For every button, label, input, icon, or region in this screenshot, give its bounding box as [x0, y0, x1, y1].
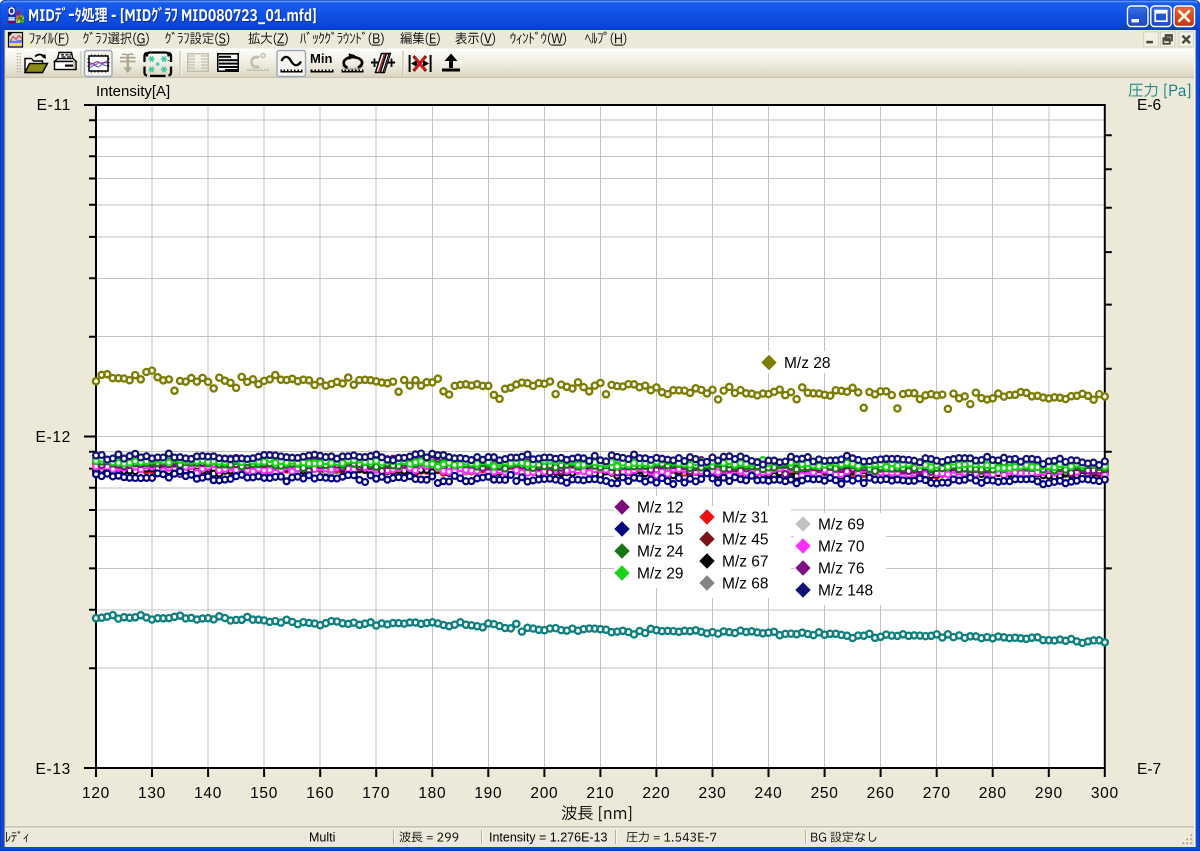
svg-text:M/z 28: M/z 28 [784, 355, 831, 372]
svg-text:120: 120 [82, 785, 110, 802]
svg-text:M/z 31: M/z 31 [722, 510, 769, 527]
svg-text:240: 240 [755, 785, 783, 802]
svg-text:260: 260 [867, 785, 895, 802]
svg-text:E-11: E-11 [37, 97, 71, 114]
svg-text:190: 190 [474, 785, 502, 802]
svg-text:220: 220 [642, 785, 670, 802]
svg-text:M/z 76: M/z 76 [818, 561, 865, 578]
svg-text:210: 210 [586, 785, 614, 802]
svg-text:E-6: E-6 [1137, 97, 1161, 114]
svg-text:E-13: E-13 [35, 761, 71, 778]
svg-text:290: 290 [1035, 785, 1063, 802]
svg-text:E-7: E-7 [1137, 761, 1161, 778]
svg-text:M/z 12: M/z 12 [637, 500, 684, 517]
svg-text:M/z 69: M/z 69 [818, 517, 865, 534]
svg-text:280: 280 [979, 785, 1007, 802]
svg-text:160: 160 [306, 785, 334, 802]
svg-text:M/z 15: M/z 15 [637, 522, 684, 539]
svg-text:130: 130 [138, 785, 166, 802]
svg-text:M/z 148: M/z 148 [818, 583, 873, 600]
svg-text:230: 230 [699, 785, 727, 802]
svg-text:300: 300 [1091, 785, 1119, 802]
svg-text:180: 180 [418, 785, 446, 802]
svg-text:M/z 68: M/z 68 [722, 576, 769, 593]
svg-text:170: 170 [362, 785, 390, 802]
svg-text:Intensity[A]: Intensity[A] [96, 83, 170, 100]
svg-text:Min: Min [310, 51, 332, 66]
svg-text:Multi: Multi [309, 831, 335, 845]
svg-text:M/z 29: M/z 29 [637, 566, 684, 583]
svg-text:M/z 70: M/z 70 [818, 539, 865, 556]
svg-text:250: 250 [811, 785, 839, 802]
svg-text:200: 200 [530, 785, 558, 802]
svg-text:E-12: E-12 [35, 429, 71, 446]
svg-text:M/z 45: M/z 45 [722, 532, 769, 549]
svg-text:Intensity = 1.276E-13: Intensity = 1.276E-13 [489, 831, 608, 845]
svg-text:140: 140 [194, 785, 222, 802]
svg-text:M/z 24: M/z 24 [637, 544, 684, 561]
svg-text:270: 270 [923, 785, 951, 802]
svg-text:150: 150 [250, 785, 278, 802]
svg-text:M/z 67: M/z 67 [722, 554, 769, 571]
